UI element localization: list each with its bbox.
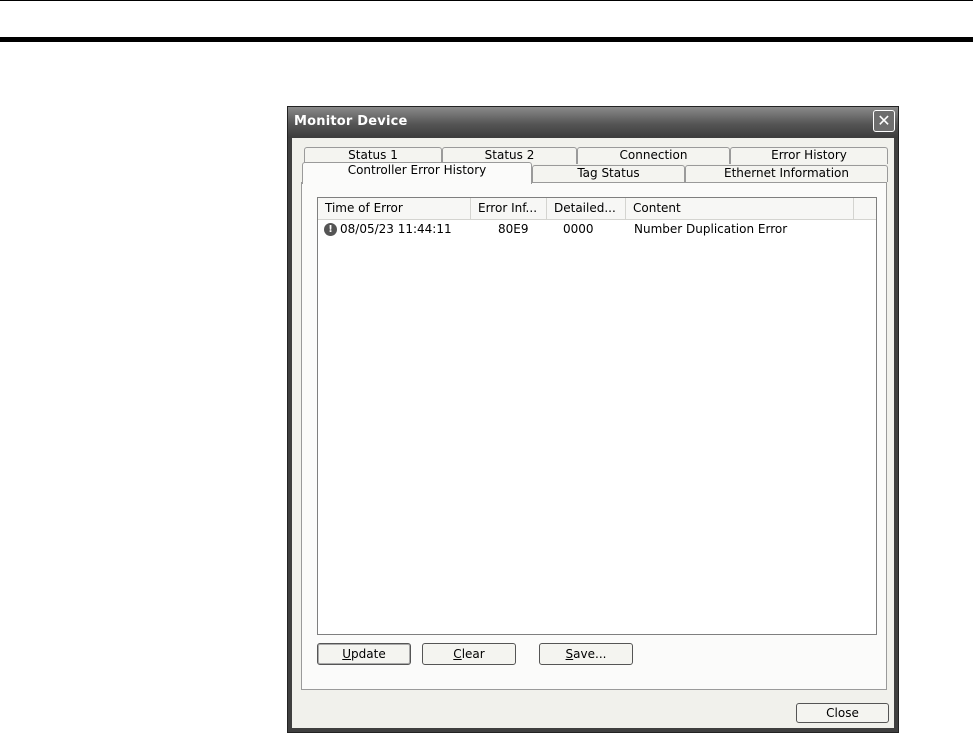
tab-controller-error-history[interactable]: Controller Error History (302, 162, 532, 184)
cell-error-info: 80E9 (498, 222, 529, 236)
cell-content: Number Duplication Error (634, 222, 788, 236)
dialog-client-area: Status 1 Status 2 Connection Error Histo… (292, 138, 894, 728)
column-error-info[interactable]: Error Inf... (471, 198, 547, 219)
close-button[interactable]: Close (796, 703, 889, 723)
error-icon: ! (324, 223, 337, 236)
page-header-rule (0, 37, 973, 42)
tab-panel-controller-error-history: Time of Error Error Inf... Detailed... C… (301, 182, 887, 690)
cell-detailed: 0000 (563, 222, 594, 236)
tab-ethernet-information[interactable]: Ethernet Information (685, 165, 888, 182)
clear-button[interactable]: Clear (422, 643, 516, 665)
save-button[interactable]: Save... (539, 643, 633, 665)
column-detailed[interactable]: Detailed... (547, 198, 626, 219)
update-button[interactable]: Update (317, 643, 411, 665)
list-header: Time of Error Error Inf... Detailed... C… (318, 198, 876, 220)
column-content[interactable]: Content (626, 198, 854, 219)
error-history-list[interactable]: Time of Error Error Inf... Detailed... C… (317, 197, 877, 635)
cell-time: 08/05/23 11:44:11 (340, 222, 452, 236)
table-row[interactable]: ! 08/05/23 11:44:11 80E9 0000 Number Dup… (318, 221, 876, 238)
tab-error-history[interactable]: Error History (730, 147, 888, 164)
window-title: Monitor Device (294, 114, 408, 129)
page-top-rule (0, 0, 973, 1)
tab-connection[interactable]: Connection (577, 147, 730, 164)
column-time-of-error[interactable]: Time of Error (318, 198, 471, 219)
title-bar[interactable]: Monitor Device ✕ (288, 107, 898, 138)
tab-tag-status[interactable]: Tag Status (532, 165, 685, 182)
close-window-icon[interactable]: ✕ (873, 110, 895, 132)
monitor-device-dialog: Monitor Device ✕ Status 1 Status 2 Conne… (287, 106, 899, 733)
